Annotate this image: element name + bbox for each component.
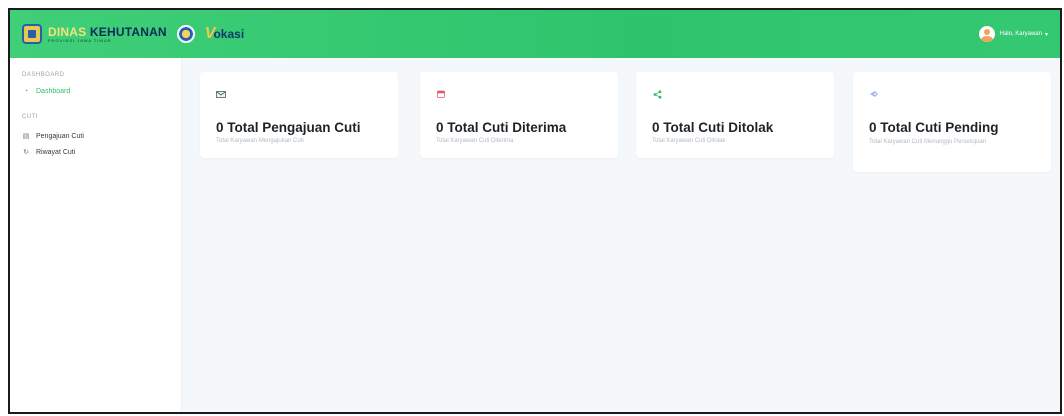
card-subtitle: Total Karyawan Cuti Menunggu Persetujuan: [869, 139, 987, 145]
chevron-down-icon: ▾: [1044, 31, 1048, 38]
brand-word-dinas: DINAS: [48, 24, 87, 39]
sidebar-item-riwayat-cuti[interactable]: ↻ Riwayat Cuti: [22, 148, 76, 157]
dashboard-icon: ◔: [23, 88, 29, 95]
sidebar-section-dashboard: DASHBOARD: [22, 72, 65, 78]
brand-title: DINAS KEHUTANAN: [48, 26, 167, 38]
user-menu[interactable]: Halo, Karyawan ▾: [978, 26, 1048, 42]
top-header: DINAS KEHUTANAN PROVINSI JAWA TIMUR V ok…: [10, 10, 1060, 58]
share-icon: [652, 89, 662, 99]
app-frame: DINAS KEHUTANAN PROVINSI JAWA TIMUR V ok…: [8, 8, 1062, 414]
dinas-emblem-icon: [22, 24, 42, 44]
brand-subtitle: PROVINSI JAWA TIMUR: [48, 37, 112, 43]
card-subtitle: Total Karyawan Cuti Diterima: [436, 138, 514, 144]
file-icon: ▤: [22, 133, 30, 140]
province-seal-icon: [176, 25, 195, 43]
card-subtitle: Total Karyawan Cuti Ditolak: [652, 138, 726, 144]
sidebar-item-label: Riwayat Cuti: [36, 148, 76, 156]
vokasi-logo-text: okasi: [213, 27, 245, 41]
brand-word-kehutanan: KEHUTANAN: [89, 24, 167, 39]
card-total-cuti-diterima: 0 Total Cuti Diterima Total Karyawan Cut…: [420, 72, 618, 158]
history-icon: ↻: [23, 149, 29, 156]
mail-icon: [216, 90, 226, 98]
card-title: 0 Total Pengajuan Cuti: [216, 120, 361, 135]
user-greeting: Halo, Karyawan: [999, 31, 1042, 37]
sidebar-item-label: Dashboard: [36, 88, 71, 95]
rocket-icon: [869, 90, 879, 98]
sidebar-item-pengajuan-cuti[interactable]: ▤ Pengajuan Cuti: [22, 132, 84, 141]
card-title: 0 Total Cuti Ditolak: [652, 120, 774, 135]
vokasi-logo: V okasi: [205, 25, 244, 43]
avatar: [978, 26, 995, 42]
calendar-icon: [436, 90, 446, 98]
brand-logo[interactable]: DINAS KEHUTANAN PROVINSI JAWA TIMUR: [22, 24, 167, 44]
card-subtitle: Total Karyawan Mengajukan Cuti: [216, 138, 304, 144]
sidebar-item-label: Pengajuan Cuti: [36, 132, 84, 140]
brand-text: DINAS KEHUTANAN PROVINSI JAWA TIMUR: [48, 26, 167, 43]
card-total-pengajuan-cuti: 0 Total Pengajuan Cuti Total Karyawan Me…: [200, 72, 398, 158]
sidebar: DASHBOARD ◔ Dashboard CUTI ▤ Pengajuan C…: [10, 58, 182, 412]
card-title: 0 Total Cuti Pending: [869, 120, 999, 135]
sidebar-item-dashboard[interactable]: ◔ Dashboard: [22, 88, 70, 95]
card-total-cuti-ditolak: 0 Total Cuti Ditolak Total Karyawan Cuti…: [636, 72, 834, 158]
card-total-cuti-pending: 0 Total Cuti Pending Total Karyawan Cuti…: [853, 72, 1051, 172]
card-title: 0 Total Cuti Diterima: [436, 120, 567, 135]
sidebar-section-cuti: CUTI: [22, 114, 38, 120]
